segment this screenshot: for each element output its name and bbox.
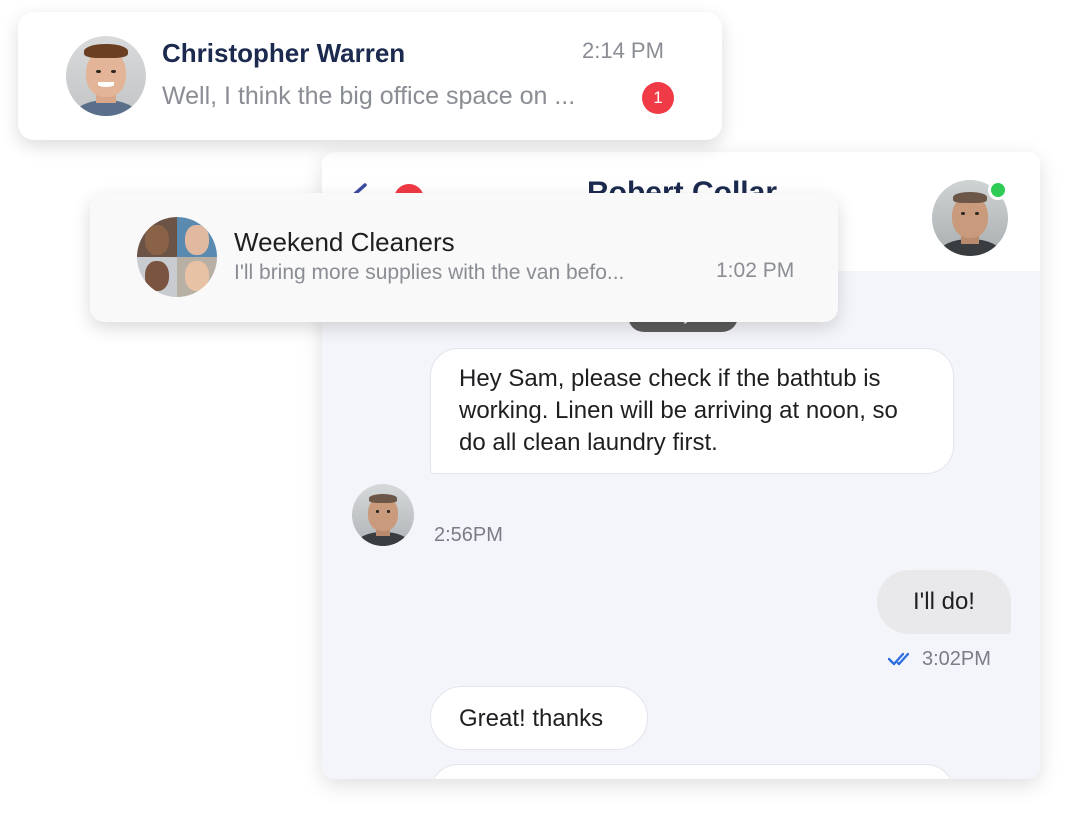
double-check-icon [888,652,910,666]
online-status-dot [988,180,1008,200]
group-name: Weekend Cleaners [234,227,455,257]
conversation-card-weekend-cleaners[interactable]: Weekend Cleaners I'll bring more supplie… [90,193,838,322]
group-member-photo [137,217,177,257]
message-bubble-partial [430,764,954,779]
group-avatar [137,217,217,297]
message-time: 1:02 PM [716,259,795,282]
conversation-card-christopher-warren[interactable]: Christopher Warren 2:14 PM Well, I think… [18,12,722,140]
message-preview: I'll bring more supplies with the van be… [234,261,625,284]
avatar [66,36,146,116]
message-preview: Well, I think the big office space on ..… [162,82,576,110]
message-timestamp: 2:56PM [434,524,503,546]
message-bubble-outgoing: I'll do! [877,570,1011,634]
group-member-photo [177,257,217,297]
unread-count-badge: 1 [642,82,674,114]
message-bubble-incoming: Great! thanks [430,686,648,750]
group-member-photo [177,217,217,257]
group-member-photo [137,257,177,297]
message-time: 2:14 PM [582,38,664,63]
contact-name: Christopher Warren [162,38,406,68]
message-timestamp: 3:02PM [922,647,991,670]
message-bubble-incoming: Hey Sam, please check if the bathtub is … [430,348,954,474]
sender-avatar[interactable] [352,484,414,546]
message-status: 3:02PM [888,646,991,672]
